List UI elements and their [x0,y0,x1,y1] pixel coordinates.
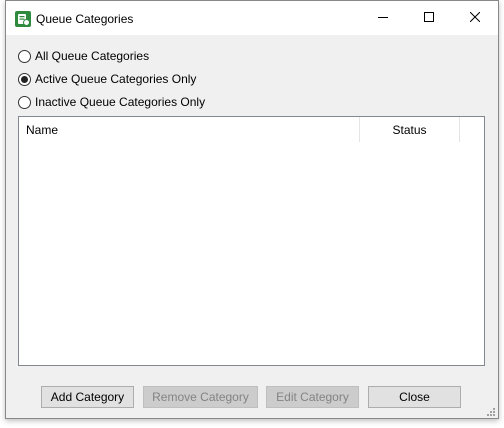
queue-categories-window: Queue Categories All Queue Categories Ac… [5,0,499,419]
minimize-icon [378,11,388,25]
radio-label: Active Queue Categories Only [35,72,197,86]
column-header-name[interactable]: Name [19,117,360,142]
window-title: Queue Categories [36,12,134,26]
radio-label: All Queue Categories [35,49,150,63]
radio-button[interactable] [18,95,31,109]
radio-active-categories[interactable]: Active Queue Categories Only [18,71,196,87]
minimize-button[interactable] [360,1,406,35]
radio-all-categories[interactable]: All Queue Categories [18,48,149,64]
radio-button[interactable] [18,49,31,63]
maximize-button[interactable] [406,1,452,35]
close-icon [469,11,481,25]
resize-grip-icon[interactable] [486,406,496,416]
add-category-button[interactable]: Add Category [41,386,134,408]
column-header-status[interactable]: Status [360,117,460,142]
list-header: Name Status [19,117,484,142]
maximize-icon [424,11,434,25]
radio-inactive-categories[interactable]: Inactive Queue Categories Only [18,94,205,110]
radio-label: Inactive Queue Categories Only [35,95,206,109]
radio-button-selected[interactable] [18,72,31,86]
categories-list[interactable]: Name Status [18,116,485,366]
edit-category-button[interactable]: Edit Category [266,386,359,408]
close-window-button[interactable] [452,1,498,35]
remove-category-button[interactable]: Remove Category [143,386,258,408]
close-button[interactable]: Close [368,386,461,408]
title-bar[interactable]: Queue Categories [6,1,498,35]
app-icon [15,11,31,27]
